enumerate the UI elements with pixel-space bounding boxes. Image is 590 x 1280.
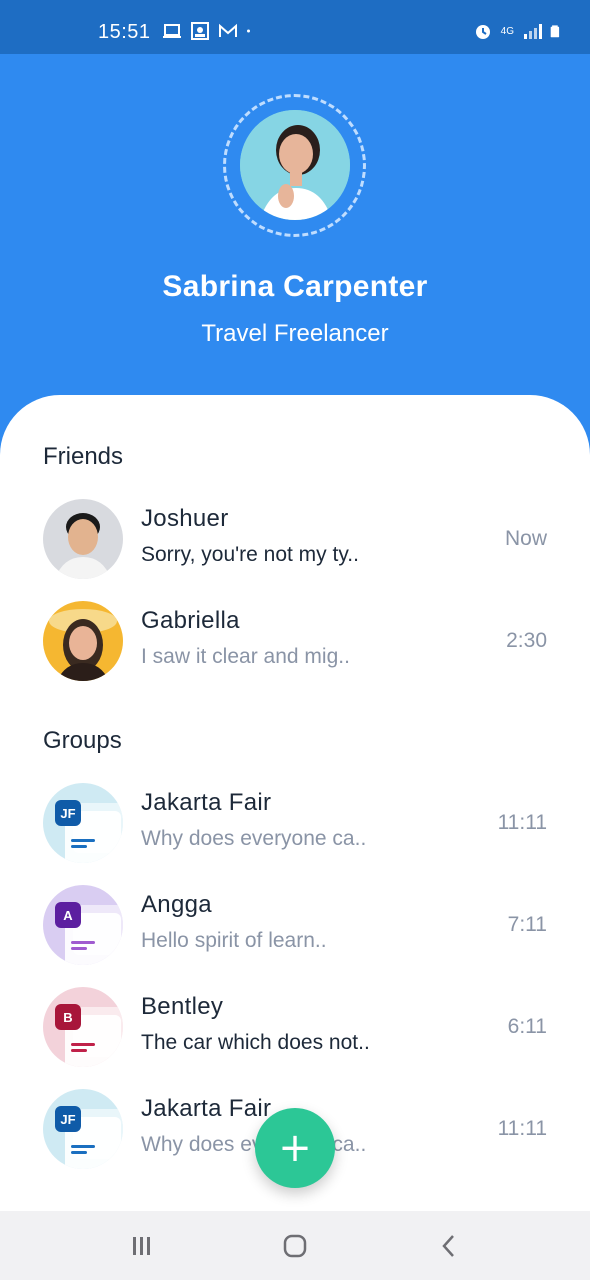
group-name: Angga: [141, 891, 212, 918]
group-row[interactable]: JF Jakarta Fair Why does everyone ca.. 1…: [0, 783, 590, 867]
group-message: Why does everyone ca..: [141, 827, 367, 850]
battery-icon: [550, 25, 560, 38]
group-avatar: A: [43, 885, 123, 965]
home-icon: [283, 1234, 307, 1258]
group-time: 11:11: [497, 811, 547, 834]
group-message: The car which does not..: [141, 1031, 370, 1054]
friend-message: I saw it clear and mig..: [141, 645, 350, 668]
friend-row[interactable]: Gabriella I saw it clear and mig.. 2:30: [0, 601, 590, 685]
friends-section-title: Friends: [43, 443, 124, 470]
gallery-icon: [191, 22, 209, 40]
signal-icon: [524, 24, 542, 39]
group-row[interactable]: A Angga Hello spirit of learn.. 7:11: [0, 885, 590, 969]
back-button[interactable]: [434, 1233, 464, 1259]
friend-name: Gabriella: [141, 607, 240, 634]
network-type: 4G: [500, 25, 514, 37]
gmail-icon: [219, 23, 237, 37]
friend-time: Now: [504, 527, 547, 550]
plus-icon: +: [278, 1125, 312, 1171]
group-initials: B: [55, 1004, 81, 1030]
friend-row[interactable]: Joshuer Sorry, you're not my ty.. Now: [0, 499, 590, 583]
group-time: 7:11: [507, 913, 547, 936]
group-time: 6:11: [507, 1015, 547, 1038]
group-message: Hello spirit of learn..: [141, 929, 327, 952]
dot-icon: [247, 29, 250, 33]
group-name: Jakarta Fair: [141, 1095, 272, 1122]
group-time: 11:11: [497, 1117, 547, 1140]
friend-name: Joshuer: [141, 505, 229, 532]
profile-role: Travel Freelancer: [201, 320, 389, 347]
avatar: [43, 499, 123, 579]
alarm-icon: [475, 25, 490, 39]
group-initials: JF: [55, 800, 81, 826]
friend-message: Sorry, you're not my ty..: [141, 543, 359, 566]
system-icons: 4G: [473, 22, 564, 40]
group-avatar: JF: [43, 1089, 123, 1169]
groups-section-title: Groups: [43, 727, 122, 754]
status-bar: 15:51 4G: [0, 0, 590, 54]
group-avatar: JF: [43, 783, 123, 863]
status-time: 15:51: [98, 21, 151, 43]
profile-avatar[interactable]: [240, 110, 350, 220]
add-button[interactable]: +: [255, 1108, 335, 1188]
group-name: Bentley: [141, 993, 224, 1020]
friend-time: 2:30: [506, 629, 547, 652]
group-avatar: B: [43, 987, 123, 1067]
chat-list-sheet: Friends Joshuer Sorry, you're not my ty.…: [0, 395, 590, 1211]
profile-header: Sabrina Carpenter Travel Freelancer: [0, 54, 590, 414]
home-button[interactable]: [280, 1233, 310, 1259]
notification-icons: [162, 22, 256, 40]
laptop-icon: [163, 24, 181, 38]
group-row[interactable]: B Bentley The car which does not.. 6:11: [0, 987, 590, 1071]
group-name: Jakarta Fair: [141, 789, 272, 816]
profile-photo: [240, 110, 350, 220]
avatar: [43, 601, 123, 681]
recent-apps-icon: [133, 1237, 150, 1255]
group-initials: A: [55, 902, 81, 928]
profile-name: Sabrina Carpenter: [162, 270, 428, 303]
back-icon: [442, 1235, 454, 1257]
group-initials: JF: [55, 1106, 81, 1132]
recent-apps-button[interactable]: [126, 1233, 156, 1259]
system-nav-bar: [0, 1211, 590, 1280]
